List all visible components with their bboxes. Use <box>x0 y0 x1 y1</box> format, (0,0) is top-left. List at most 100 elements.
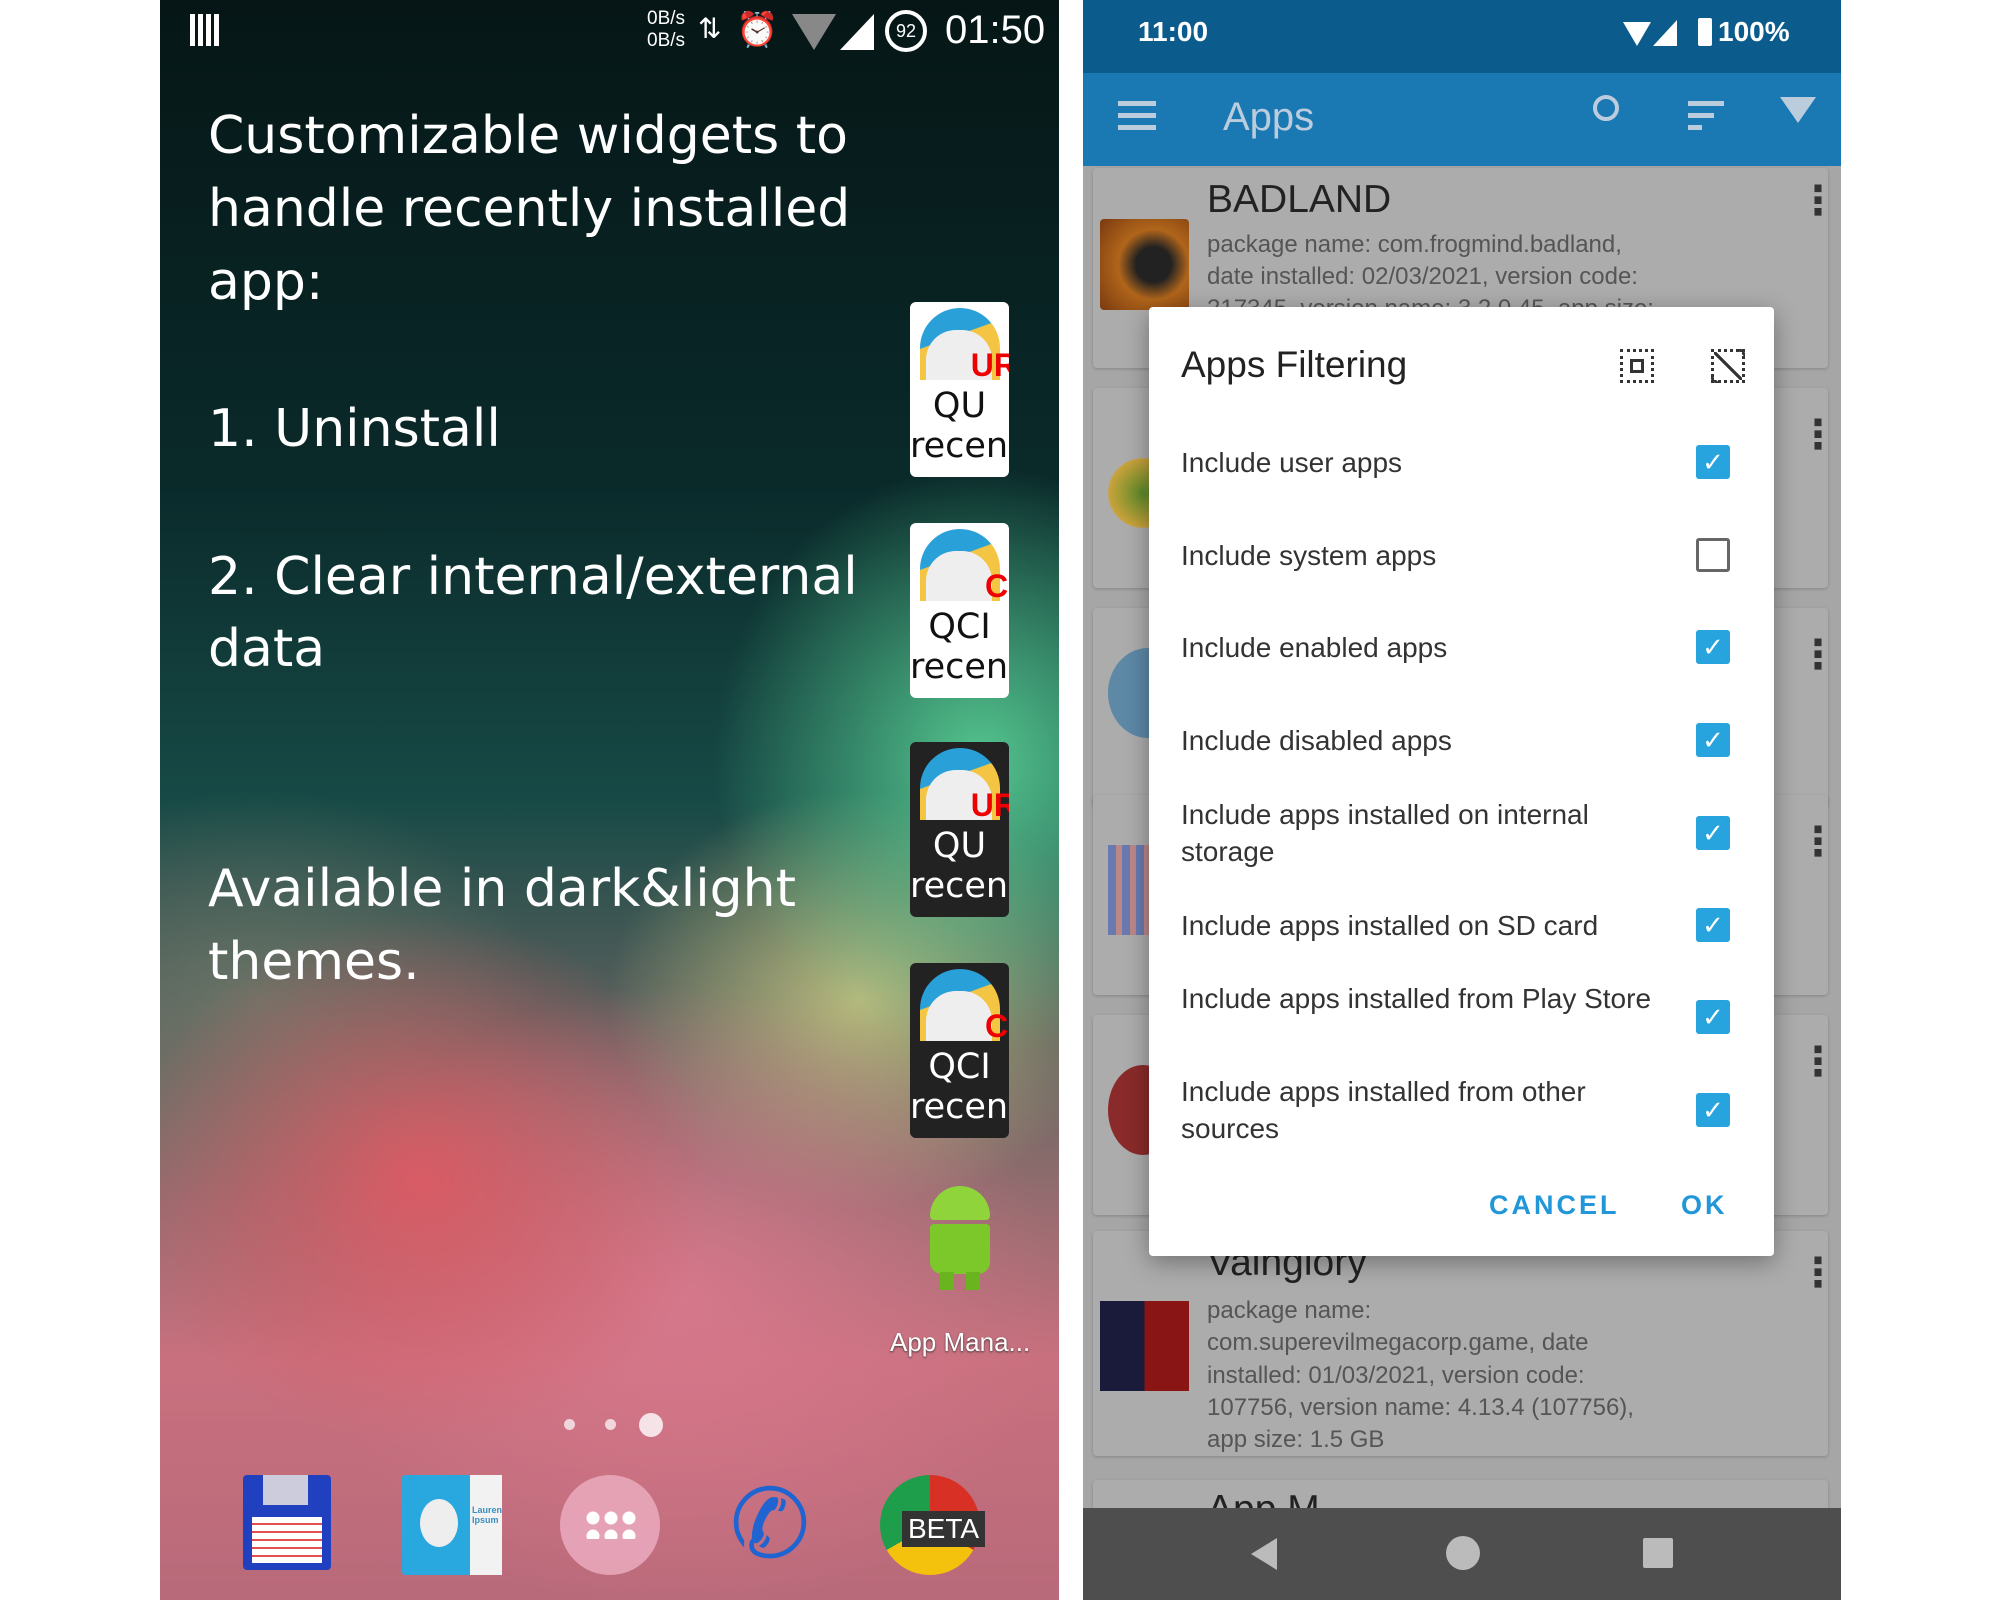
signal-icon <box>840 14 874 50</box>
contacts-app-icon[interactable]: Lauren Ipsum <box>400 1475 502 1575</box>
recents-icon[interactable] <box>1643 1538 1673 1568</box>
include-other-sources-checkbox[interactable]: ✓ <box>1696 1093 1730 1127</box>
widget-qci-recent-light[interactable]: CI QCI recent <box>910 523 1009 698</box>
app-details: package name: com.frogmind.badland, <box>1207 231 1622 258</box>
hero-line: handle recently installed <box>208 179 851 239</box>
feature-uninstall: 1. Uninstall <box>208 399 501 459</box>
include-sd-card-checkbox[interactable]: ✓ <box>1696 908 1730 942</box>
back-icon[interactable] <box>1251 1538 1277 1570</box>
beta-badge: BETA <box>902 1511 986 1547</box>
signal-icon <box>1653 20 1677 46</box>
network-speed: 0B/s 0B/s <box>647 8 685 52</box>
include-system-apps-checkbox[interactable] <box>1696 538 1730 572</box>
app-list-item-vainglory[interactable]: Vainglory package name: com.superevilmeg… <box>1093 1231 1838 1456</box>
app-details: package name: <box>1207 1297 1372 1324</box>
themes-text-2: themes. <box>208 932 420 992</box>
app-manager-shortcut[interactable]: App Mana... <box>890 1186 1030 1366</box>
feature-clear-data-2: data <box>208 619 326 679</box>
include-internal-storage-checkbox[interactable]: ✓ <box>1696 816 1730 850</box>
status-bar: 0B/s 0B/s ⇅ ⏰ 92 01:50 <box>160 0 1059 60</box>
widget-label: recent <box>910 647 1009 687</box>
deselect-all-icon[interactable] <box>1711 349 1745 383</box>
option-sd-card-label: Include apps installed on SD card <box>1181 910 1599 941</box>
more-options-icon[interactable]: ⋮ <box>1798 1042 1838 1082</box>
select-all-icon[interactable] <box>1620 349 1654 383</box>
widget-label: recent <box>910 1087 1009 1127</box>
clock: 01:50 <box>945 8 1046 52</box>
search-icon[interactable] <box>1593 95 1619 121</box>
widget-label: QCI <box>928 1047 991 1087</box>
battery-percent-icon: 92 <box>885 10 927 52</box>
download-speed: 0B/s <box>647 30 686 51</box>
option-internal-storage-label: Include apps installed on internal stora… <box>1181 799 1589 867</box>
option-play-store-label: Include apps installed from Play Store <box>1181 983 1652 1014</box>
more-options-icon[interactable]: ⋮ <box>1798 415 1838 455</box>
badland-app-icon <box>1100 219 1189 310</box>
include-enabled-apps-checkbox[interactable]: ✓ <box>1696 630 1730 664</box>
left-phone-screenshot: 0B/s 0B/s ⇅ ⏰ 92 01:50 Customizable widge… <box>160 0 1059 1600</box>
page-dot[interactable] <box>564 1419 575 1430</box>
menu-icon[interactable] <box>1118 101 1156 131</box>
apps-filtering-dialog: Apps Filtering Include user apps ✓ Inclu… <box>1149 307 1774 1256</box>
widget-label: QU <box>932 826 987 866</box>
filter-icon[interactable] <box>1780 97 1816 123</box>
checkmark-icon: ✓ <box>1702 447 1724 477</box>
app-title: BADLAND <box>1207 178 1392 221</box>
widget-qu-recent-light[interactable]: UR QU recent <box>910 302 1009 477</box>
app-details: date installed: 02/03/2021, version code… <box>1207 263 1638 290</box>
widget-tag: CI <box>985 568 1009 604</box>
dialog-title: Apps Filtering <box>1181 344 1408 385</box>
vainglory-app-icon <box>1100 1301 1189 1391</box>
widget-tag: UR <box>970 787 1009 823</box>
checkmark-icon: ✓ <box>1702 1002 1724 1032</box>
navigation-bar <box>1083 1508 1841 1600</box>
more-options-icon[interactable]: ⋮ <box>1798 1253 1838 1293</box>
wifi-icon <box>792 14 836 50</box>
battery-percent: 100% <box>1718 16 1790 47</box>
cancel-button[interactable]: CANCEL <box>1489 1190 1620 1221</box>
widget-app-icon: UR <box>920 308 1009 386</box>
widget-label: recent <box>910 426 1009 466</box>
page-dot-active[interactable] <box>639 1413 663 1437</box>
chrome-beta-app-icon[interactable]: BETA <box>880 1475 986 1575</box>
widget-label: QU <box>932 386 987 426</box>
widget-label: recent <box>910 866 1009 906</box>
option-other-sources-label: Include apps installed from other source… <box>1181 1076 1586 1144</box>
battery-icon <box>1698 18 1712 46</box>
app-details: com.superevilmegacorp.game, date <box>1207 1329 1589 1356</box>
home-icon[interactable] <box>1446 1536 1480 1570</box>
more-options-icon[interactable]: ⋮ <box>1798 181 1838 221</box>
app-bar-title: Apps <box>1223 95 1315 139</box>
data-transfer-icon: ⇅ <box>698 13 722 44</box>
notification-bars-icon <box>190 14 220 46</box>
include-user-apps-checkbox[interactable]: ✓ <box>1696 445 1730 479</box>
status-bar: 11:00 100% <box>1083 0 1841 73</box>
wifi-icon <box>1623 22 1651 46</box>
page-dot[interactable] <box>605 1419 616 1430</box>
widget-qu-recent-dark[interactable]: UR QU recent <box>910 742 1009 917</box>
include-disabled-apps-checkbox[interactable]: ✓ <box>1696 723 1730 757</box>
app-details: installed: 01/03/2021, version code: <box>1207 1362 1585 1389</box>
app-bar: Apps <box>1083 73 1841 166</box>
checkmark-icon: ✓ <box>1702 910 1724 940</box>
include-play-store-checkbox[interactable]: ✓ <box>1696 1000 1730 1034</box>
android-robot-icon <box>925 1186 995 1291</box>
option-system-apps-label: Include system apps <box>1181 540 1437 571</box>
upload-speed: 0B/s <box>647 8 686 29</box>
checkmark-icon: ✓ <box>1702 1095 1724 1125</box>
checkmark-icon: ✓ <box>1702 632 1724 662</box>
widget-tag: CI <box>985 1008 1009 1044</box>
floppy-save-app-icon[interactable] <box>238 1475 338 1575</box>
more-options-icon[interactable]: ⋮ <box>1798 822 1838 862</box>
widget-app-icon: UR <box>920 748 1009 826</box>
widget-qci-recent-dark[interactable]: CI QCI recent <box>910 963 1009 1138</box>
ok-button[interactable]: OK <box>1681 1190 1728 1221</box>
feature-clear-data: 2. Clear internal/external <box>208 547 858 607</box>
sort-icon[interactable] <box>1688 101 1724 131</box>
phone-app-icon[interactable]: ✆ <box>720 1475 820 1575</box>
clock: 11:00 <box>1138 16 1209 47</box>
app-drawer-button[interactable] <box>560 1475 660 1575</box>
alarm-icon: ⏰ <box>736 11 779 49</box>
more-options-icon[interactable]: ⋮ <box>1798 635 1838 675</box>
widget-label: QCI <box>928 607 991 647</box>
